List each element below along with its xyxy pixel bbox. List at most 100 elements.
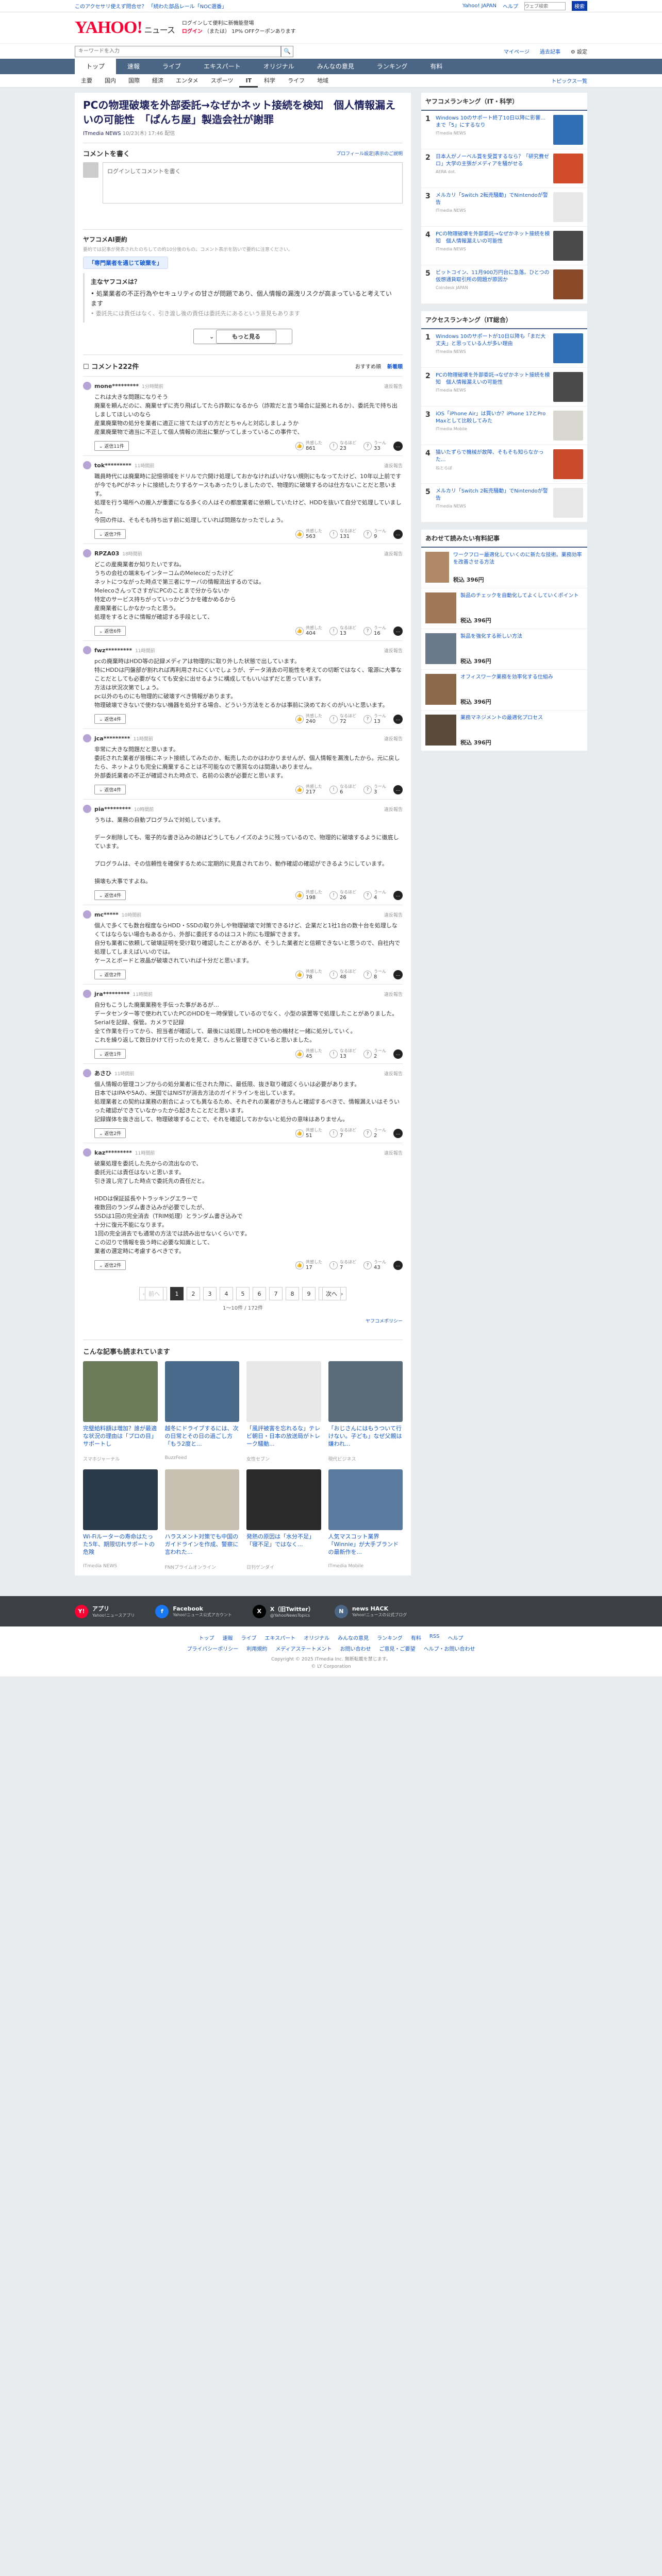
yahoo-japan-link[interactable]: Yahoo! JAPAN: [462, 3, 496, 9]
paid-title[interactable]: 製品を強化する新しい方法: [460, 633, 522, 655]
react-insight[interactable]: ! なるほど 72: [329, 714, 356, 724]
nav-opinion[interactable]: みんなの意見: [306, 59, 366, 74]
share-name[interactable]: news HACK: [352, 1605, 407, 1612]
recommend-card[interactable]: Wi-Fiルーターの寿命はたった5年、期限切れサポートの危険 ITmedia NE…: [83, 1469, 158, 1570]
footer-link[interactable]: 速報: [222, 1634, 233, 1641]
ranking-item[interactable]: 1 Windows 10のサポート終了10日以降に影響...まで「5」にするなり I…: [421, 111, 587, 149]
nav-live[interactable]: ライブ: [151, 59, 192, 74]
recommend-title[interactable]: 完璧給料額は増加？誰が最適な状況の理由は「プロの目」サポートし: [83, 1425, 158, 1455]
more-options-icon[interactable]: …: [393, 441, 403, 451]
recommend-card[interactable]: ハラスメント対策でも中国のガイドラインを作成、警察に言われた... FNNプライム…: [164, 1469, 239, 1570]
reply-button[interactable]: ⌄ 返信7件: [94, 529, 126, 539]
paid-item[interactable]: ワークフロー最適化していくのに新たな技術。業務効率を改善させる方法 税込 396円: [421, 548, 587, 588]
ranking-item[interactable]: 5 ビットコイン、11月900万円台に急落。ひとつの仮想通貨取引所の問題が原因か C…: [421, 265, 587, 304]
react-agree[interactable]: 👍 共感した 45: [295, 1048, 322, 1059]
footer-link[interactable]: ヘルプ・お問い合わせ: [424, 1645, 475, 1652]
comment-user[interactable]: jra*********: [94, 991, 129, 997]
pager-page[interactable]: 5: [236, 1287, 250, 1300]
react-agree[interactable]: 👍 共感した 198: [295, 890, 322, 901]
react-agree[interactable]: 👍 共感した 78: [295, 969, 322, 980]
paid-item[interactable]: オフィスワーク業務を効率化する仕組み 税込 396円: [421, 670, 587, 710]
react-insight[interactable]: ! なるほど 26: [329, 890, 356, 901]
reply-button[interactable]: ⌄ 返信2件: [94, 970, 126, 979]
nav-ranking[interactable]: ランキング: [366, 59, 419, 74]
topbar-promo-link[interactable]: このアクセサリ使えず問合せ？ 「続わた部品レール「NOC選番」: [75, 2, 227, 10]
pager-page[interactable]: 7: [269, 1287, 283, 1300]
comment-user[interactable]: pia*********: [94, 806, 131, 812]
recommend-thumbnail[interactable]: [164, 1469, 239, 1530]
react-agree[interactable]: 👍 共感した 404: [295, 625, 322, 636]
report-link[interactable]: 違反報告: [384, 911, 403, 918]
pager-page[interactable]: 9: [302, 1287, 316, 1300]
rank-title[interactable]: 日本人がノーベル賞を受賞するなら？「研究費ゼロ」大学の主張がメディアを騒がせる: [436, 154, 550, 168]
reply-button[interactable]: ⌄ 返信6件: [94, 626, 126, 636]
topics-list-link[interactable]: トピックス一覧: [551, 77, 587, 84]
react-insight[interactable]: ! なるほど 131: [329, 529, 356, 539]
share-item[interactable]: Nnews HACK Yahoo!ニュースの公式ブログ: [334, 1604, 407, 1618]
share-item[interactable]: Y! アプリ Yahoo!ニュースアプリ: [75, 1604, 135, 1618]
rank-thumbnail[interactable]: [553, 449, 583, 479]
paid-title[interactable]: ワークフロー最適化していくのに新たな技術。業務効率を改善させる方法: [453, 552, 583, 573]
rank-title[interactable]: Windows 10のサポート終了10日以降に影響...まで「5」にするなり: [436, 115, 550, 129]
footer-link[interactable]: ランキング: [377, 1634, 403, 1641]
more-options-icon[interactable]: …: [393, 714, 403, 724]
sort-newest[interactable]: 新着順: [387, 362, 403, 370]
recommend-title[interactable]: 越冬にドライブするには、次の日常とその日の過ごし方「もう2度と...: [165, 1425, 240, 1455]
react-insight[interactable]: ! なるほど 48: [329, 969, 356, 980]
react-insight[interactable]: ! なるほど 13: [329, 625, 356, 636]
report-link[interactable]: 違反報告: [384, 991, 403, 997]
ranking-item[interactable]: 3 メルカリ「Switch 2転売騒動」でNintendoが警告 ITmedia N…: [421, 188, 587, 227]
paid-item[interactable]: 業務マネジメントの最適化プロセス 税込 396円: [421, 710, 587, 751]
login-link[interactable]: ログイン: [182, 29, 203, 35]
pager-page[interactable]: 3: [203, 1287, 217, 1300]
nav-original[interactable]: オリジナル: [252, 59, 306, 74]
recommend-title[interactable]: 発熱の原因は「水分不足」「寝不足」ではなく...: [246, 1533, 321, 1564]
archive-link[interactable]: 過去記事: [540, 47, 560, 55]
react-hmm[interactable]: ? うーん 2: [363, 1128, 386, 1139]
paid-thumbnail[interactable]: [425, 552, 449, 583]
paid-thumbnail[interactable]: [425, 633, 456, 664]
user-avatar[interactable]: [83, 734, 91, 742]
pager-page[interactable]: 2: [187, 1287, 200, 1300]
cat-entertainment[interactable]: エンタメ: [170, 74, 205, 88]
help-link[interactable]: ヘルプ: [503, 2, 518, 10]
rank-title[interactable]: iOS「iPhone Air」は買いか？iPhone 17とPro Maxとして…: [436, 411, 550, 425]
cat-science[interactable]: 科学: [258, 74, 282, 88]
footer-link[interactable]: トップ: [198, 1634, 214, 1641]
report-link[interactable]: 違反報告: [384, 735, 403, 742]
recommend-title[interactable]: 人気マスコット業界「Winnie」が大手ブランドの最新作を...: [328, 1533, 403, 1564]
more-options-icon[interactable]: …: [393, 890, 403, 900]
comment-user[interactable]: mone*********: [94, 383, 139, 389]
recommend-thumbnail[interactable]: [328, 1469, 403, 1530]
react-hmm[interactable]: ? うーん 13: [363, 714, 386, 724]
footer-link[interactable]: お問い合わせ: [340, 1645, 371, 1652]
user-avatar[interactable]: [83, 382, 91, 390]
react-agree[interactable]: 👍 共感した 17: [295, 1260, 322, 1270]
recommend-card[interactable]: 発熱の原因は「水分不足」「寝不足」ではなく... 日刊ゲンダイ: [246, 1469, 321, 1570]
react-insight[interactable]: ! なるほど 7: [329, 1260, 356, 1270]
footer-link[interactable]: 有料: [411, 1634, 421, 1641]
ranking-item[interactable]: 1 Windows 10のサポートが10日以降も「まだ大丈夫」と思っている人が多い…: [421, 329, 587, 368]
footer-link[interactable]: ご意見・ご要望: [379, 1645, 416, 1652]
ranking-item[interactable]: 4 PCの物理破壊を外部委託→なぜかネット接続を検知 個人情報漏えいの可能性 ITm…: [421, 227, 587, 265]
more-options-icon[interactable]: …: [393, 529, 403, 539]
share-item[interactable]: f Facebook Yahoo!ニュース公式アカウント: [155, 1604, 232, 1618]
pager-page[interactable]: 4: [220, 1287, 233, 1300]
rank-thumbnail[interactable]: [553, 488, 583, 518]
more-options-icon[interactable]: …: [393, 626, 403, 636]
footer-link[interactable]: プライバシーポリシー: [187, 1645, 238, 1652]
comment-textarea[interactable]: ログインしてコメントを書く: [103, 162, 403, 204]
comment-user[interactable]: kaz*********: [94, 1149, 132, 1156]
cat-intl[interactable]: 国際: [122, 74, 146, 88]
user-avatar[interactable]: [83, 1069, 91, 1077]
share-name[interactable]: X（旧Twitter）: [270, 1605, 314, 1613]
rank-thumbnail[interactable]: [553, 231, 583, 261]
more-options-icon[interactable]: …: [393, 1049, 403, 1059]
report-link[interactable]: 違反報告: [384, 1070, 403, 1077]
mypage-link[interactable]: マイページ: [504, 47, 529, 55]
footer-link[interactable]: RSS: [429, 1634, 440, 1641]
react-insight[interactable]: ! なるほど 7: [329, 1128, 356, 1139]
share-item[interactable]: X X（旧Twitter） @YahooNewsTopics: [252, 1604, 314, 1618]
paid-title[interactable]: 製品のチェックを自動化してよくしていくポイント: [460, 592, 578, 614]
recommend-thumbnail[interactable]: [246, 1361, 321, 1422]
